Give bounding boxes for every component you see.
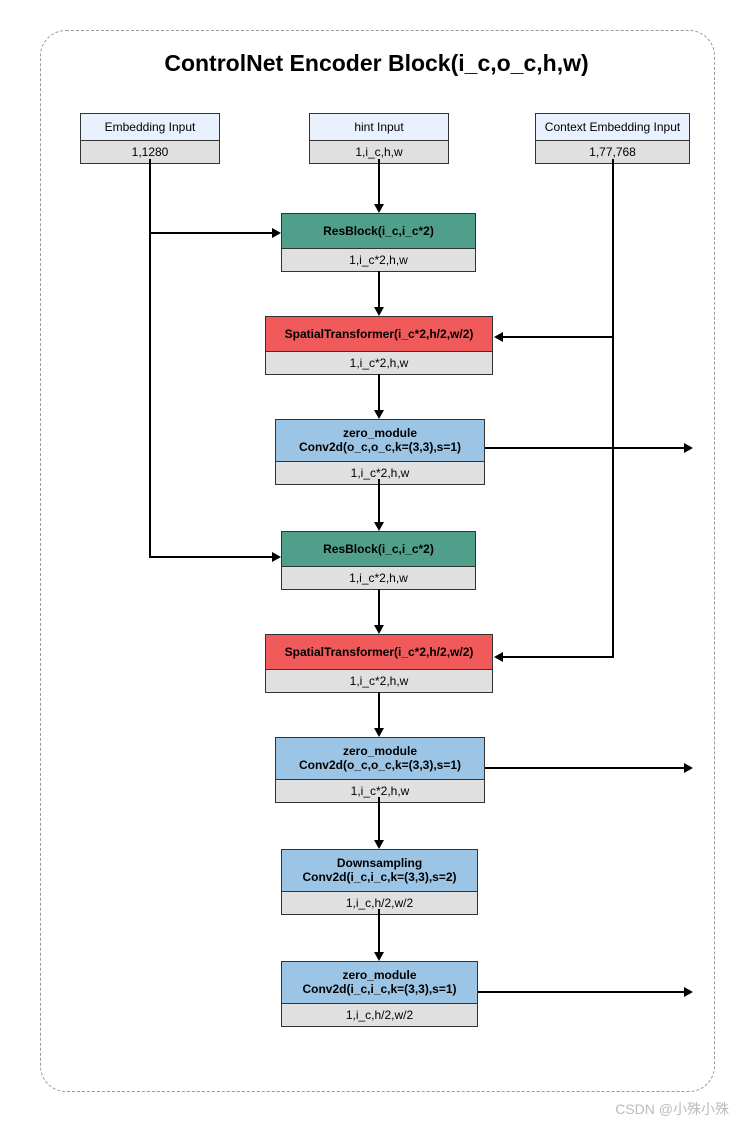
embedding-input-block: Embedding Input 1,1280 (80, 113, 220, 164)
arrow-line (502, 656, 614, 658)
arrow-line (378, 909, 380, 953)
zero-module-3: zero_module Conv2d(i_c,i_c,k=(3,3),s=1) … (281, 961, 478, 1027)
zero-module-3-label: zero_module Conv2d(i_c,i_c,k=(3,3),s=1) (282, 962, 477, 1004)
arrow-line (378, 692, 380, 729)
arrowhead-icon (494, 652, 503, 662)
arrowhead-icon (374, 728, 384, 737)
downsampling-label: Downsampling Conv2d(i_c,i_c,k=(3,3),s=2) (282, 850, 477, 892)
zero-module-2-shape: 1,i_c*2,h,w (276, 780, 484, 802)
downsampling: Downsampling Conv2d(i_c,i_c,k=(3,3),s=2)… (281, 849, 478, 915)
arrowhead-icon (374, 522, 384, 531)
hint-input-label: hint Input (310, 114, 448, 141)
resblock-2-label: ResBlock(i_c,i_c*2) (282, 532, 475, 567)
arrowhead-icon (374, 204, 384, 213)
zero-module-1: zero_module Conv2d(o_c,o_c,k=(3,3),s=1) … (275, 419, 485, 485)
embedding-input-label: Embedding Input (81, 114, 219, 141)
arrowhead-icon (684, 443, 693, 453)
arrowhead-icon (374, 952, 384, 961)
resblock-1-shape: 1,i_c*2,h,w (282, 249, 475, 271)
spatial-transformer-1-shape: 1,i_c*2,h,w (266, 352, 492, 374)
arrowhead-icon (374, 625, 384, 634)
arrow-line (378, 589, 380, 626)
arrow-line (502, 336, 614, 338)
arrowhead-icon (374, 840, 384, 849)
watermark: CSDN @小殊小殊 (615, 1099, 729, 1119)
hint-input-block: hint Input 1,i_c,h,w (309, 113, 449, 164)
arrowhead-icon (684, 987, 693, 997)
arrowhead-icon (684, 763, 693, 773)
zero-module-1-label: zero_module Conv2d(o_c,o_c,k=(3,3),s=1) (276, 420, 484, 462)
arrow-line (378, 797, 380, 841)
arrow-line (149, 159, 151, 558)
resblock-1: ResBlock(i_c,i_c*2) 1,i_c*2,h,w (281, 213, 476, 272)
arrow-line (485, 447, 685, 449)
zero-module-2-label: zero_module Conv2d(o_c,o_c,k=(3,3),s=1) (276, 738, 484, 780)
resblock-2-shape: 1,i_c*2,h,w (282, 567, 475, 589)
arrow-line (378, 159, 380, 205)
arrow-line (612, 159, 614, 658)
arrow-line (478, 991, 685, 993)
arrowhead-icon (374, 410, 384, 419)
context-input-label: Context Embedding Input (536, 114, 689, 141)
spatial-transformer-2-shape: 1,i_c*2,h,w (266, 670, 492, 692)
arrow-line (378, 374, 380, 411)
arrow-line (378, 479, 380, 523)
zero-module-3-shape: 1,i_c,h/2,w/2 (282, 1004, 477, 1026)
diagram-title: ControlNet Encoder Block(i_c,o_c,h,w) (0, 50, 753, 77)
resblock-1-label: ResBlock(i_c,i_c*2) (282, 214, 475, 249)
zero-module-1-shape: 1,i_c*2,h,w (276, 462, 484, 484)
spatial-transformer-1-label: SpatialTransformer(i_c*2,h/2,w/2) (266, 317, 492, 352)
context-input-block: Context Embedding Input 1,77,768 (535, 113, 690, 164)
arrow-line (149, 232, 273, 234)
resblock-2: ResBlock(i_c,i_c*2) 1,i_c*2,h,w (281, 531, 476, 590)
spatial-transformer-2-label: SpatialTransformer(i_c*2,h/2,w/2) (266, 635, 492, 670)
arrow-line (149, 556, 273, 558)
arrowhead-icon (374, 307, 384, 316)
spatial-transformer-2: SpatialTransformer(i_c*2,h/2,w/2) 1,i_c*… (265, 634, 493, 693)
arrowhead-icon (272, 228, 281, 238)
arrowhead-icon (494, 332, 503, 342)
arrow-line (485, 767, 685, 769)
arrow-line (378, 271, 380, 308)
arrowhead-icon (272, 552, 281, 562)
zero-module-2: zero_module Conv2d(o_c,o_c,k=(3,3),s=1) … (275, 737, 485, 803)
spatial-transformer-1: SpatialTransformer(i_c*2,h/2,w/2) 1,i_c*… (265, 316, 493, 375)
